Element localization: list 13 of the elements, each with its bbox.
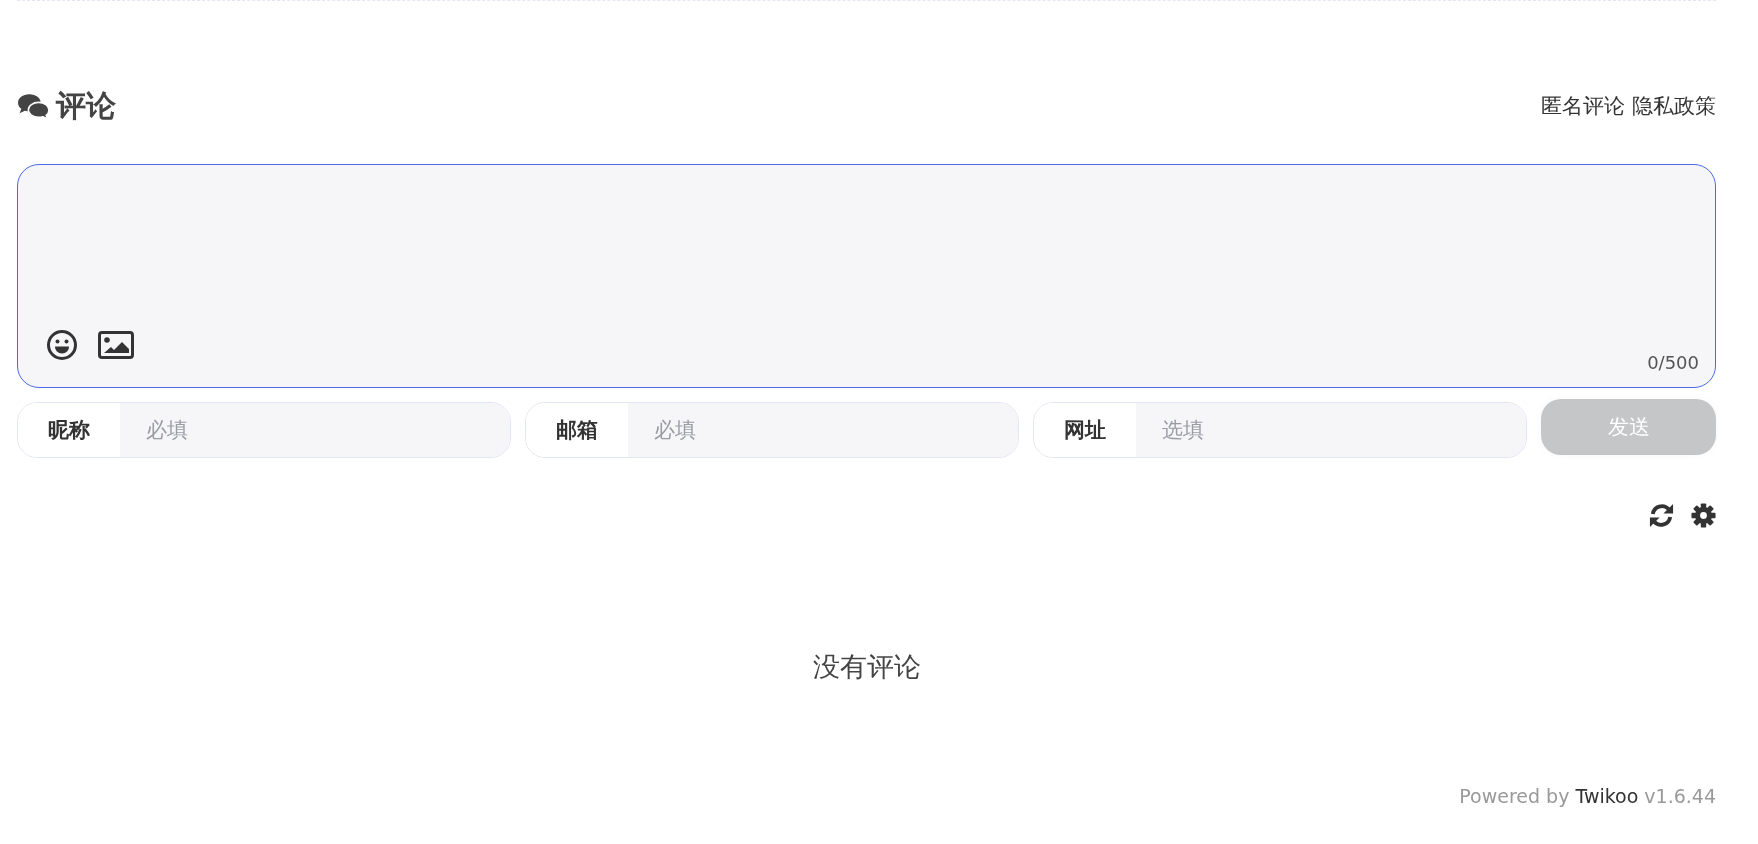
comments-icon: [17, 92, 50, 120]
header-link[interactable]: 隐私政策: [1632, 92, 1716, 120]
character-counter: 0/500: [1647, 352, 1699, 373]
settings-icon[interactable]: [1691, 503, 1716, 528]
comment-textarea[interactable]: 0/500: [17, 164, 1716, 388]
comments-title: 评论: [56, 86, 116, 125]
header-link[interactable]: 匿名评论: [1541, 92, 1625, 120]
image-icon[interactable]: [98, 331, 134, 359]
twikoo-link[interactable]: Twikoo: [1575, 785, 1639, 807]
footer-text: Powered by Twikoo v1.6.44: [1459, 785, 1716, 807]
empty-message: 没有评论: [811, 650, 922, 684]
refresh-icon[interactable]: [1648, 502, 1675, 529]
emoji-icon[interactable]: [46, 329, 78, 361]
